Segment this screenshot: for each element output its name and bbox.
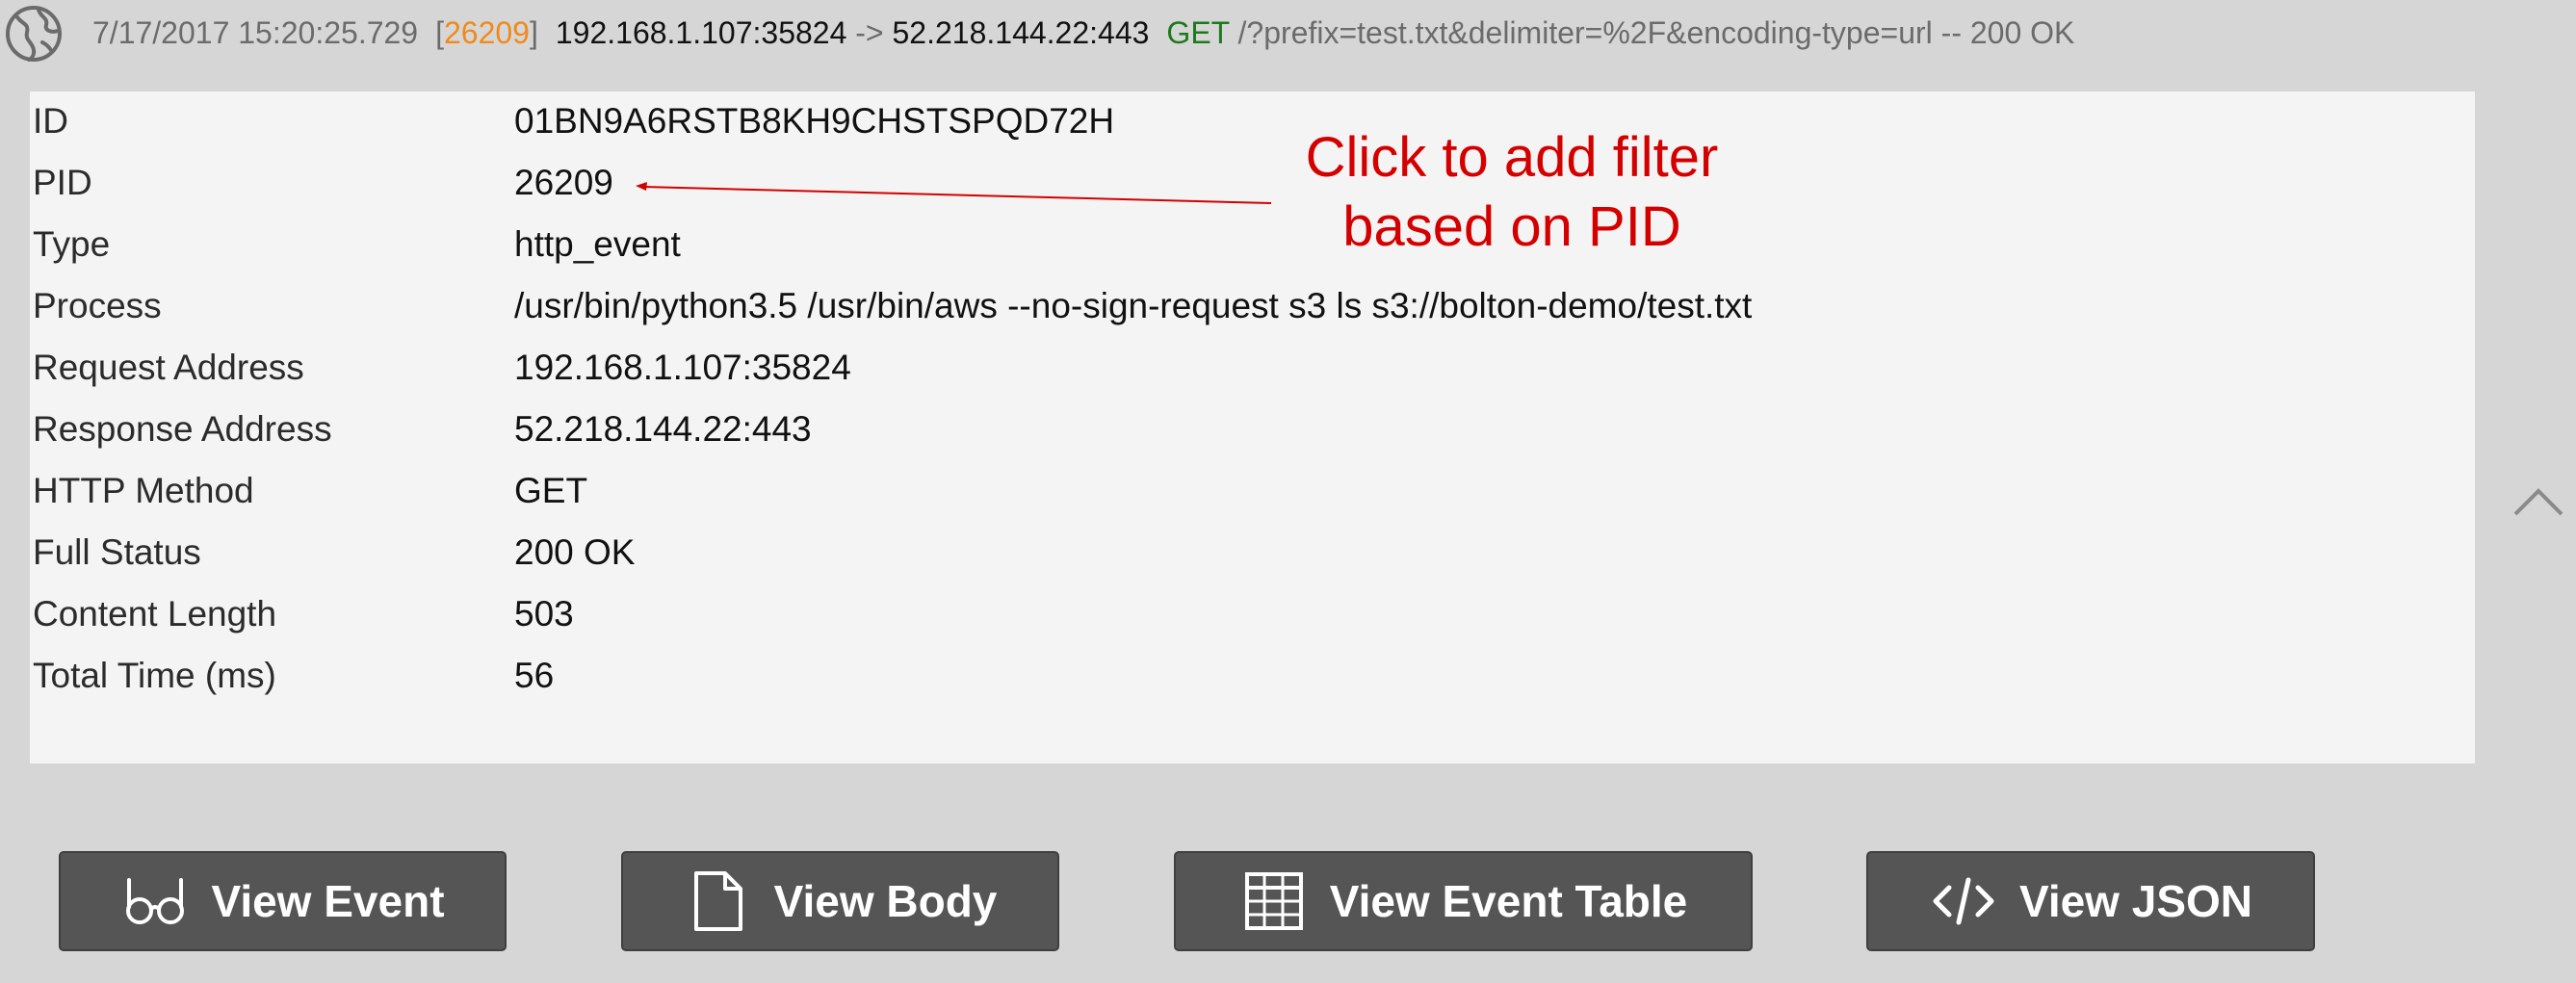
detail-value[interactable]: 503 bbox=[514, 585, 574, 643]
event-header[interactable]: 7/17/2017 15:20:25.729 [26209] 192.168.1.1… bbox=[0, 0, 2576, 67]
header-arrow: -> bbox=[855, 15, 884, 50]
detail-key: Full Status bbox=[33, 532, 201, 572]
pid-filter-link[interactable]: 26209 bbox=[514, 154, 613, 212]
annotation-arrow bbox=[636, 182, 1272, 204]
chevron-up-icon[interactable] bbox=[2511, 478, 2565, 526]
detail-row-process: Process /usr/bin/python3.5 /usr/bin/aws … bbox=[30, 277, 2475, 335]
detail-key: Response Address bbox=[33, 409, 332, 449]
view-event-table-label: View Event Table bbox=[1329, 876, 1688, 926]
detail-row-response-address: Response Address 52.218.144.22:443 bbox=[30, 401, 2475, 458]
table-icon bbox=[1239, 867, 1309, 936]
header-source-address: 192.168.1.107:35824 bbox=[555, 15, 847, 50]
view-body-label: View Body bbox=[773, 876, 998, 926]
glasses-icon bbox=[120, 867, 190, 936]
detail-key: Request Address bbox=[33, 348, 304, 387]
code-icon bbox=[1929, 867, 1998, 936]
detail-value[interactable]: 01BN9A6RSTB8KH9CHSTSPQD72H bbox=[514, 92, 1114, 150]
event-timestamp: 7/17/2017 15:20:25.729 bbox=[92, 15, 419, 50]
view-json-label: View JSON bbox=[2018, 876, 2253, 926]
header-pid[interactable]: 26209 bbox=[444, 15, 530, 50]
event-summary: 7/17/2017 15:20:25.729 [26209] 192.168.1.1… bbox=[92, 13, 2074, 52]
detail-value[interactable]: 192.168.1.107:35824 bbox=[514, 339, 851, 397]
detail-row-content-length: Content Length 503 bbox=[30, 585, 2475, 643]
pid-bracket-open: [ bbox=[435, 15, 444, 50]
annotation-callout: Click to add filter based on PID bbox=[1204, 123, 1820, 262]
header-path-status: /?prefix=test.txt&delimiter=%2F&encoding… bbox=[1237, 15, 2075, 50]
detail-value[interactable]: 200 OK bbox=[514, 524, 635, 582]
detail-row-http-method: HTTP Method GET bbox=[30, 462, 2475, 520]
detail-value[interactable]: 56 bbox=[514, 647, 554, 705]
header-http-method: GET bbox=[1166, 15, 1230, 50]
detail-key: ID bbox=[33, 101, 68, 141]
view-event-button[interactable]: View Event bbox=[59, 851, 507, 951]
detail-row-full-status: Full Status 200 OK bbox=[30, 524, 2475, 582]
detail-key: Type bbox=[33, 224, 111, 264]
detail-value[interactable]: 52.218.144.22:443 bbox=[514, 401, 812, 458]
detail-key: Content Length bbox=[33, 594, 277, 634]
header-destination-address: 52.218.144.22:443 bbox=[892, 15, 1150, 50]
file-icon bbox=[684, 867, 753, 936]
annotation-line-1: Click to add filter bbox=[1305, 126, 1719, 189]
view-body-button[interactable]: View Body bbox=[621, 851, 1059, 951]
detail-value[interactable]: GET bbox=[514, 462, 587, 520]
detail-key: PID bbox=[33, 163, 92, 202]
globe-icon bbox=[6, 6, 62, 62]
detail-row-request-address: Request Address 192.168.1.107:35824 bbox=[30, 339, 2475, 397]
detail-value[interactable]: /usr/bin/python3.5 /usr/bin/aws --no-sig… bbox=[514, 277, 1752, 335]
view-event-table-button[interactable]: View Event Table bbox=[1174, 851, 1753, 951]
detail-value[interactable]: http_event bbox=[514, 216, 681, 273]
detail-key: Total Time (ms) bbox=[33, 656, 276, 695]
view-json-button[interactable]: View JSON bbox=[1866, 851, 2315, 951]
pid-bracket-close: ] bbox=[529, 15, 538, 50]
view-event-label: View Event bbox=[211, 876, 445, 926]
annotation-line-2: based on PID bbox=[1342, 195, 1681, 258]
detail-key: HTTP Method bbox=[33, 471, 254, 510]
detail-row-total-time: Total Time (ms) 56 bbox=[30, 647, 2475, 705]
detail-key: Process bbox=[33, 286, 162, 325]
